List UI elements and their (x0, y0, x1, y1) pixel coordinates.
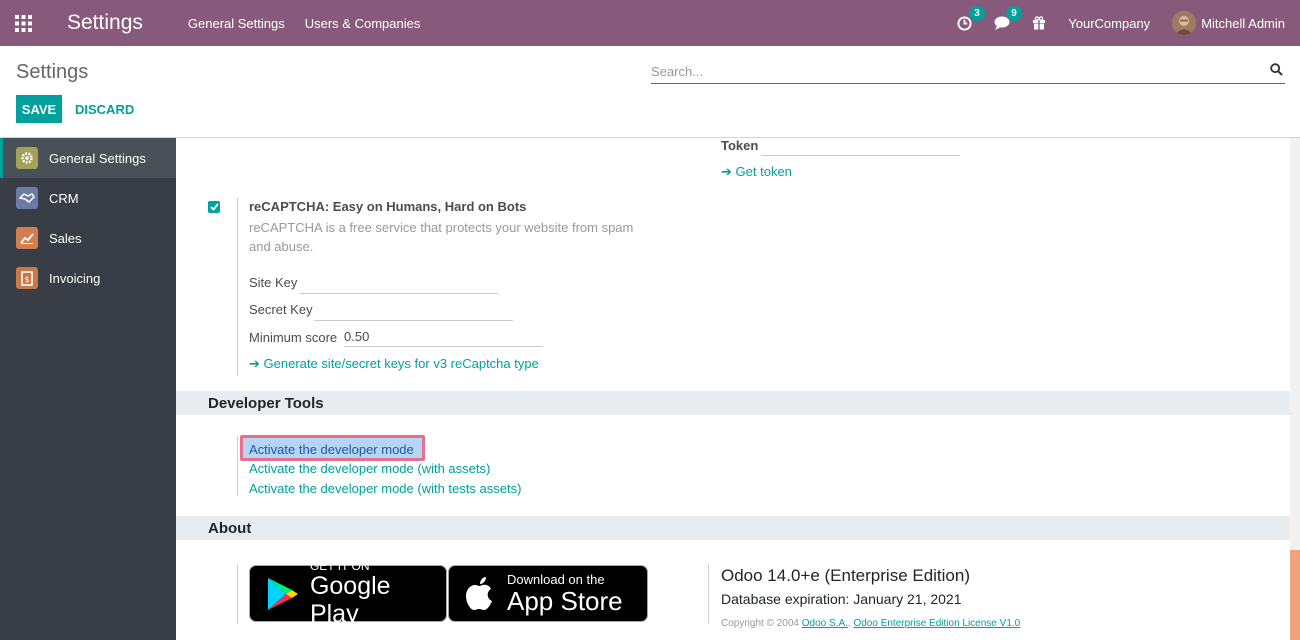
settings-sidebar: General Settings CRM Sales $ Invoicing (0, 138, 176, 640)
activate-dev-mode-link[interactable]: Activate the developer mode (249, 442, 414, 457)
secret-key-label: Secret Key (249, 302, 313, 317)
copyright-prefix: Copyright © 2004 (721, 618, 799, 629)
menu-general-settings[interactable]: General Settings (188, 16, 285, 31)
expiration-text: Database expiration: January 21, 2021 (721, 591, 962, 607)
app-store-big-text: App Store (507, 585, 623, 616)
sidebar-item-label: Sales (49, 230, 82, 246)
license-link[interactable]: Odoo Enterprise Edition License V1.0 (853, 618, 1020, 629)
token-field[interactable] (761, 138, 960, 156)
min-score-label: Minimum score (249, 330, 338, 345)
apps-menu-icon[interactable] (0, 0, 46, 46)
get-token-label: Get token (735, 164, 792, 179)
sidebar-item-crm[interactable]: CRM (0, 178, 176, 218)
control-panel: Settings SAVE DISCARD (0, 46, 1300, 138)
odoo-sa-link[interactable]: Odoo S.A. (802, 618, 848, 629)
secret-key-field[interactable] (314, 303, 513, 321)
sidebar-item-invoicing[interactable]: $ Invoicing (0, 258, 176, 298)
divider (708, 564, 709, 624)
developer-tools-heading: Developer Tools (176, 391, 1290, 415)
avatar (1172, 11, 1197, 35)
chart-icon (16, 227, 38, 249)
top-menu: General Settings Users & Companies (188, 16, 440, 31)
version-text: Odoo 14.0+e (Enterprise Edition) (721, 566, 971, 585)
message-badge: 9 (1006, 6, 1022, 21)
top-navbar: Settings General Settings Users & Compan… (0, 0, 1300, 46)
about-heading: About (176, 516, 1290, 540)
app-store-small-text: Download on the (507, 571, 605, 587)
min-score-field[interactable]: 0.50 (344, 329, 543, 347)
generate-keys-link[interactable]: ➔ Generate site/secret keys for v3 reCap… (249, 356, 539, 372)
search-input[interactable] (651, 60, 1251, 82)
app-store-badge[interactable]: Download on the App Store (448, 565, 648, 622)
company-name: YourCompany (1068, 15, 1151, 31)
recaptcha-title: reCAPTCHA: Easy on Humans, Hard on Bots (249, 199, 527, 214)
divider (237, 198, 238, 376)
sidebar-item-label: General Settings (49, 150, 146, 166)
handshake-icon (16, 187, 38, 209)
discard-button[interactable]: DISCARD (75, 95, 134, 123)
arrow-right-icon: ➔ (721, 164, 732, 179)
divider (237, 564, 238, 624)
page-title: Settings (16, 61, 89, 83)
activate-dev-mode-tests-link[interactable]: Activate the developer mode (with tests … (249, 481, 521, 496)
sidebar-item-sales[interactable]: Sales (0, 218, 176, 258)
search-bar (651, 60, 1285, 84)
google-play-badge[interactable]: GET IT ON Google Play (249, 560, 447, 628)
apple-icon (466, 576, 492, 610)
scrollbar[interactable] (1290, 138, 1300, 640)
app-brand[interactable]: Settings (67, 11, 143, 35)
gift-icon (1033, 16, 1046, 30)
recaptcha-checkbox[interactable] (208, 201, 220, 213)
google-play-icon (267, 577, 298, 610)
user-name: Mitchell Admin (1201, 15, 1285, 31)
activity-menu[interactable]: 3 (957, 5, 985, 31)
gear-icon (16, 147, 38, 169)
copyright-text: Copyright © 2004 Odoo S.A., Odoo Enterpr… (721, 618, 1021, 629)
token-label: Token (721, 138, 759, 153)
gift-menu[interactable] (1032, 16, 1046, 30)
arrow-right-icon: ➔ (249, 356, 260, 371)
min-score-value: 0.50 (344, 329, 370, 344)
sidebar-item-label: CRM (49, 190, 79, 206)
svg-text:$: $ (24, 275, 29, 284)
activate-dev-mode-assets-link[interactable]: Activate the developer mode (with assets… (249, 461, 490, 476)
google-play-small-text: GET IT ON (309, 558, 370, 573)
get-token-link[interactable]: ➔ Get token (721, 164, 792, 180)
generate-keys-label: Generate site/secret keys for v3 reCaptc… (263, 356, 539, 371)
settings-content: Token ➔ Get token reCAPTCHA: Easy on Hum… (176, 138, 1290, 640)
menu-users-companies[interactable]: Users & Companies (305, 16, 421, 31)
invoice-icon: $ (16, 267, 38, 289)
search-icon[interactable] (1270, 63, 1283, 79)
messaging-menu[interactable]: 9 (994, 6, 1022, 30)
recaptcha-description: reCAPTCHA is a free service that protect… (249, 220, 634, 254)
google-play-big-text: Google Play (309, 571, 391, 628)
sidebar-item-label: Invoicing (49, 270, 101, 286)
company-switcher[interactable]: YourCompany (1068, 16, 1150, 31)
activity-badge: 3 (969, 5, 985, 21)
user-menu[interactable]: Mitchell Admin (1172, 11, 1285, 35)
site-key-field[interactable] (299, 276, 498, 294)
divider (237, 436, 238, 496)
site-key-label: Site Key (249, 275, 298, 290)
scrollbar-thumb[interactable] (1290, 550, 1300, 640)
save-button[interactable]: SAVE (16, 95, 62, 123)
sidebar-item-general-settings[interactable]: General Settings (0, 138, 176, 178)
systray: 3 9 YourCompany Mitchell Admin (957, 0, 1300, 46)
